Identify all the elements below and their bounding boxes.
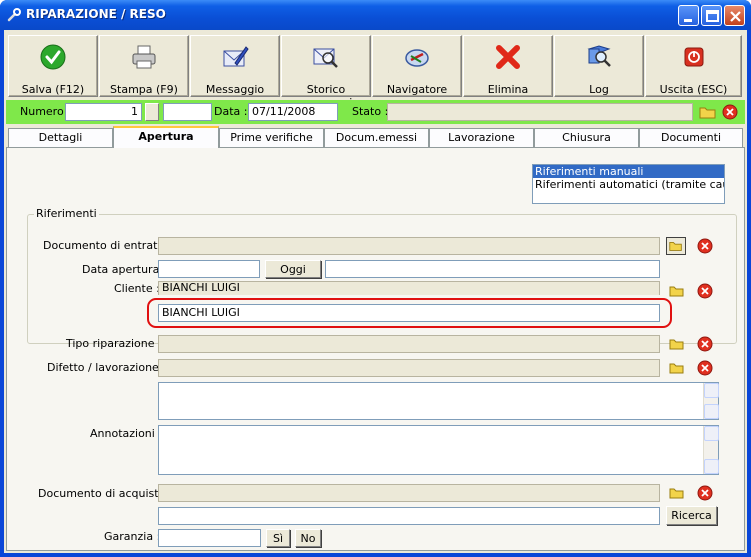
number-label: Numero : [20,105,71,118]
delete-button[interactable]: Elimina [463,35,553,97]
printer-icon [132,45,156,69]
toolbar: Salva (F12) Stampa (F9) Messaggio Storic… [6,33,745,109]
defect-label: Difetto / lavorazione : [47,361,167,374]
tab-docum-emessi[interactable]: Docum.emessi [324,128,429,147]
defect-field[interactable] [158,359,660,377]
purchase-document-search-field[interactable] [158,507,660,525]
application-window: RIPARAZIONE / RESO Salva (F12) Stampa (F… [0,0,751,557]
navigator-button[interactable]: Navigatore [372,35,462,97]
message-label: Messaggio [205,83,265,96]
status-clear-icon[interactable] [720,103,740,121]
book-search-icon [587,45,611,67]
defect-folder-icon[interactable] [667,359,687,377]
check-icon [40,44,66,70]
number-suffix-field[interactable] [163,103,212,121]
notes-label: Annotazioni : [90,427,163,440]
purchase-document-clear-icon[interactable] [695,484,715,502]
status-field[interactable] [387,103,693,121]
repair-type-clear-icon[interactable] [695,335,715,353]
customer-name-field[interactable]: BIANCHI LUIGI [158,304,660,322]
today-button[interactable]: Oggi [265,260,321,278]
opening-date-field[interactable] [158,260,260,278]
warranty-yes-button[interactable]: Sì [266,529,290,547]
scroll-down-icon[interactable] [704,404,719,419]
purchase-document-folder-icon[interactable] [667,484,687,502]
number-lookup-button[interactable] [145,103,159,121]
tab-prime-verifiche[interactable]: Prime verifiche [219,128,324,147]
status-folder-icon[interactable] [698,103,718,121]
scroll-up-icon[interactable] [704,383,719,398]
references-group-title: Riferimenti [34,207,99,220]
repair-type-field[interactable] [158,335,660,353]
date-label: Data : [214,105,248,118]
envelope-search-icon [313,48,338,68]
envelope-pen-icon [223,46,249,67]
notes-scrollbar[interactable] [703,426,719,474]
tab-dettagli[interactable]: Dettagli [8,128,113,147]
warranty-label: Garanzia : [104,530,161,543]
date-field[interactable]: 07/11/2008 [248,103,338,121]
warranty-field[interactable] [158,529,261,547]
customer-code-field[interactable]: BIANCHI LUIGI [158,281,660,295]
customer-clear-icon[interactable] [695,282,715,300]
tab-lavorazione[interactable]: Lavorazione [429,128,534,147]
scroll-down-icon[interactable] [704,459,719,474]
repair-type-folder-icon[interactable] [667,335,687,353]
list-item[interactable]: Riferimenti manuali [533,165,724,178]
purchase-document-field[interactable] [158,484,660,502]
exit-label: Uscita (ESC) [659,83,728,96]
tab-strip: Dettagli Apertura Prime verifiche Docum.… [6,126,745,148]
entry-document-field[interactable] [158,237,660,255]
delete-x-icon [496,45,520,69]
opening-date-label: Data apertura : [82,263,167,276]
tab-documenti[interactable]: Documenti [639,128,743,147]
exit-icon [684,47,703,67]
warranty-no-button[interactable]: No [295,529,321,547]
window-title: RIPARAZIONE / RESO [26,7,166,21]
repair-type-label: Tipo riparazione : [66,337,162,350]
window-client-area: Salva (F12) Stampa (F9) Messaggio Storic… [4,30,747,553]
scroll-up-icon[interactable] [704,426,719,441]
close-icon [730,11,741,22]
log-label: Log [589,83,609,96]
header-bar: Numero : 1 Data : 07/11/2008 Stato : [6,100,745,124]
entry-document-folder-icon[interactable] [666,237,686,255]
print-label: Stampa (F9) [110,83,178,96]
defect-clear-icon[interactable] [695,359,715,377]
navigator-label: Navigatore [386,83,448,96]
customer-label: Cliente : [114,282,160,295]
maximize-button[interactable] [701,5,722,26]
save-label: Salva (F12) [21,83,85,96]
references-mode-list[interactable]: Riferimenti manuali Riferimenti automati… [532,164,725,204]
message-button[interactable]: Messaggio [190,35,280,97]
notes-memo[interactable] [158,425,719,475]
apertura-panel: Riferimenti manuali Riferimenti automati… [6,147,745,551]
maximize-icon [706,10,719,22]
entry-document-label: Documento di entrata : [43,239,172,252]
search-button[interactable]: Ricerca [666,506,717,525]
defect-notes-scrollbar[interactable] [703,383,719,419]
exit-button[interactable]: Uscita (ESC) [645,35,742,97]
delete-label: Elimina [487,83,529,96]
compass-icon [405,49,429,67]
opening-date-extra-field[interactable] [325,260,660,278]
title-bar[interactable]: RIPARAZIONE / RESO [0,0,751,30]
purchase-document-label: Documento di acquisto : [38,487,173,500]
message-history-button[interactable]: Storico messaggi [281,35,371,109]
tab-apertura[interactable]: Apertura [113,126,219,148]
customer-folder-icon[interactable] [667,282,687,300]
wrench-icon [7,8,21,22]
minimize-icon [684,19,692,22]
status-label: Stato : [352,105,389,118]
defect-notes-memo[interactable] [158,382,719,420]
close-button[interactable] [724,5,745,26]
number-field[interactable]: 1 [65,103,142,121]
save-button[interactable]: Salva (F12) [8,35,98,97]
minimize-button[interactable] [678,5,699,26]
tab-chiusura[interactable]: Chiusura [534,128,639,147]
list-item[interactable]: Riferimenti automatici (tramite causali … [533,178,724,191]
print-button[interactable]: Stampa (F9) [99,35,189,97]
entry-document-clear-icon[interactable] [695,237,715,255]
log-button[interactable]: Log [554,35,644,97]
